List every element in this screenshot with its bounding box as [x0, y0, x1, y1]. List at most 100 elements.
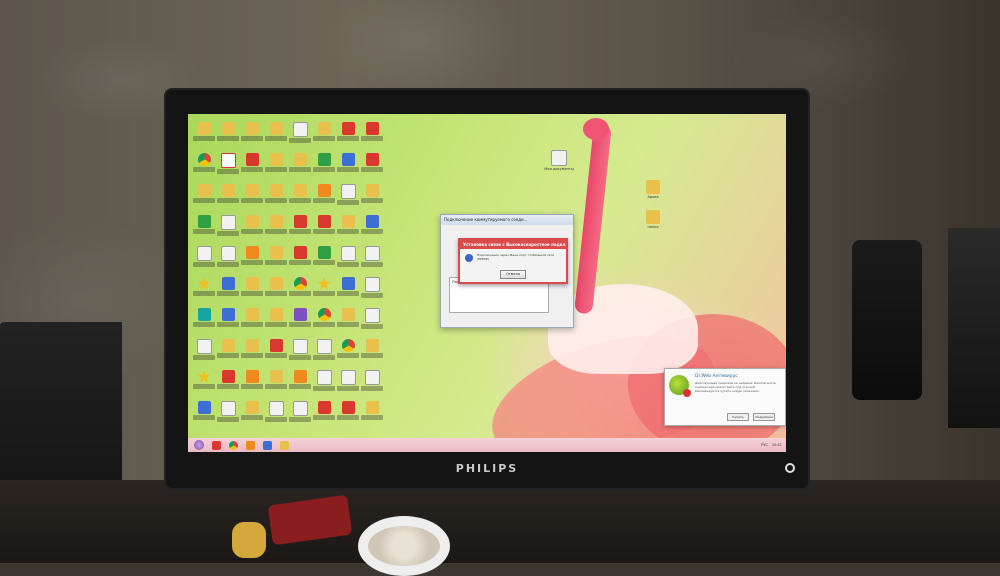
desktop-icon[interactable]: [288, 275, 312, 306]
desktop-icon[interactable]: [192, 151, 216, 182]
desktop-icon[interactable]: [336, 306, 360, 337]
cancel-button[interactable]: Отмена: [500, 270, 526, 279]
desktop-icon[interactable]: [312, 337, 336, 368]
desktop-icon[interactable]: [264, 306, 288, 337]
desktop-icon[interactable]: [288, 399, 312, 430]
desktop-icon[interactable]: [192, 244, 216, 275]
desktop-icon[interactable]: [312, 182, 336, 213]
desktop-icon[interactable]: [336, 213, 360, 244]
desktop-icon[interactable]: [192, 399, 216, 430]
desktop-icon[interactable]: [216, 182, 240, 213]
desktop-icon[interactable]: [336, 368, 360, 399]
desktop-icon[interactable]: [312, 399, 336, 430]
desktop-icon[interactable]: [336, 244, 360, 275]
firefox-icon[interactable]: [246, 440, 255, 450]
desktop-shortcut[interactable]: Мои документы: [544, 150, 574, 171]
desktop-icon[interactable]: [216, 306, 240, 337]
desktop-icon[interactable]: [288, 120, 312, 151]
desktop-icon[interactable]: [240, 337, 264, 368]
desktop-icon[interactable]: [312, 275, 336, 306]
desktop-shortcut[interactable]: Архив: [638, 180, 668, 199]
details-button[interactable]: Подробнее: [753, 413, 775, 421]
folder-icon: [269, 122, 283, 135]
desktop-icon[interactable]: [192, 120, 216, 151]
desktop-icon[interactable]: [192, 213, 216, 244]
desktop-icon[interactable]: [288, 306, 312, 337]
desktop-icon[interactable]: [288, 182, 312, 213]
desktop-icon[interactable]: [360, 306, 384, 337]
desktop-icon[interactable]: [216, 151, 240, 182]
desktop-icon[interactable]: [360, 182, 384, 213]
desktop-shortcut-label: Мои документы: [544, 167, 574, 171]
desktop-icon[interactable]: [216, 244, 240, 275]
desktop-icon[interactable]: [336, 337, 360, 368]
desktop-icon[interactable]: [312, 151, 336, 182]
desktop-icon[interactable]: [240, 399, 264, 430]
desktop-icon[interactable]: [240, 182, 264, 213]
desktop-icon[interactable]: [240, 275, 264, 306]
desktop-icon[interactable]: [192, 306, 216, 337]
desktop-icon[interactable]: [360, 275, 384, 306]
desktop-icon[interactable]: [216, 120, 240, 151]
desktop-icon[interactable]: [192, 275, 216, 306]
opera-icon[interactable]: [212, 440, 221, 450]
desktop-icon-label: [337, 291, 359, 296]
desktop-icon[interactable]: [288, 368, 312, 399]
desktop-icon[interactable]: [240, 151, 264, 182]
desktop-icon[interactable]: [336, 151, 360, 182]
desktop-icon[interactable]: [336, 182, 360, 213]
power-button[interactable]: [785, 463, 795, 473]
chrome-icon[interactable]: [229, 440, 238, 450]
desktop-icon[interactable]: [336, 120, 360, 151]
desktop-icon[interactable]: [312, 306, 336, 337]
desktop-icon[interactable]: [360, 337, 384, 368]
language-indicator[interactable]: РУС: [761, 443, 768, 447]
desktop-icon[interactable]: [288, 244, 312, 275]
start-button[interactable]: [194, 440, 204, 450]
desktop-icon[interactable]: [264, 213, 288, 244]
desktop-icon[interactable]: [264, 337, 288, 368]
desktop-icon[interactable]: [312, 244, 336, 275]
desktop-icon[interactable]: [240, 306, 264, 337]
desktop-icon[interactable]: [312, 120, 336, 151]
desktop-icon[interactable]: [312, 368, 336, 399]
desktop-icon[interactable]: [264, 244, 288, 275]
desktop-icon[interactable]: [216, 368, 240, 399]
desktop-icon[interactable]: [240, 368, 264, 399]
desktop-icon[interactable]: [192, 368, 216, 399]
desktop-icon[interactable]: [336, 275, 360, 306]
desktop-icon[interactable]: [264, 120, 288, 151]
desktop-shortcut[interactable]: папка: [638, 210, 668, 229]
desktop-icon[interactable]: [288, 151, 312, 182]
desktop-icon[interactable]: [240, 244, 264, 275]
desktop-icon[interactable]: [264, 151, 288, 182]
desktop-icon[interactable]: [264, 182, 288, 213]
desktop-icon-label: [361, 324, 383, 329]
desktop-icon[interactable]: [216, 337, 240, 368]
desktop-icon[interactable]: [288, 213, 312, 244]
desktop-icon[interactable]: [360, 213, 384, 244]
desktop-icon[interactable]: [216, 275, 240, 306]
desktop-icon[interactable]: [336, 399, 360, 430]
explorer-icon[interactable]: [280, 440, 289, 450]
desktop-icon[interactable]: [264, 368, 288, 399]
desktop-icon[interactable]: [216, 399, 240, 430]
desktop-icon[interactable]: [216, 213, 240, 244]
desktop-icon[interactable]: [240, 120, 264, 151]
desktop-icon[interactable]: [288, 337, 312, 368]
desktop-icon-label: [313, 322, 335, 327]
desktop-icon[interactable]: [360, 151, 384, 182]
desktop-icon[interactable]: [312, 213, 336, 244]
desktop-icon[interactable]: [192, 337, 216, 368]
desktop-icon[interactable]: [192, 182, 216, 213]
app-icon[interactable]: [263, 440, 272, 450]
desktop-icon[interactable]: [264, 399, 288, 430]
desktop-icon[interactable]: [360, 399, 384, 430]
clock[interactable]: 10:41: [772, 443, 782, 447]
desktop-icon[interactable]: [240, 213, 264, 244]
desktop-icon[interactable]: [264, 275, 288, 306]
desktop-icon[interactable]: [360, 244, 384, 275]
desktop-icon[interactable]: [360, 368, 384, 399]
buy-button[interactable]: Купить: [727, 413, 749, 421]
desktop-icon[interactable]: [360, 120, 384, 151]
